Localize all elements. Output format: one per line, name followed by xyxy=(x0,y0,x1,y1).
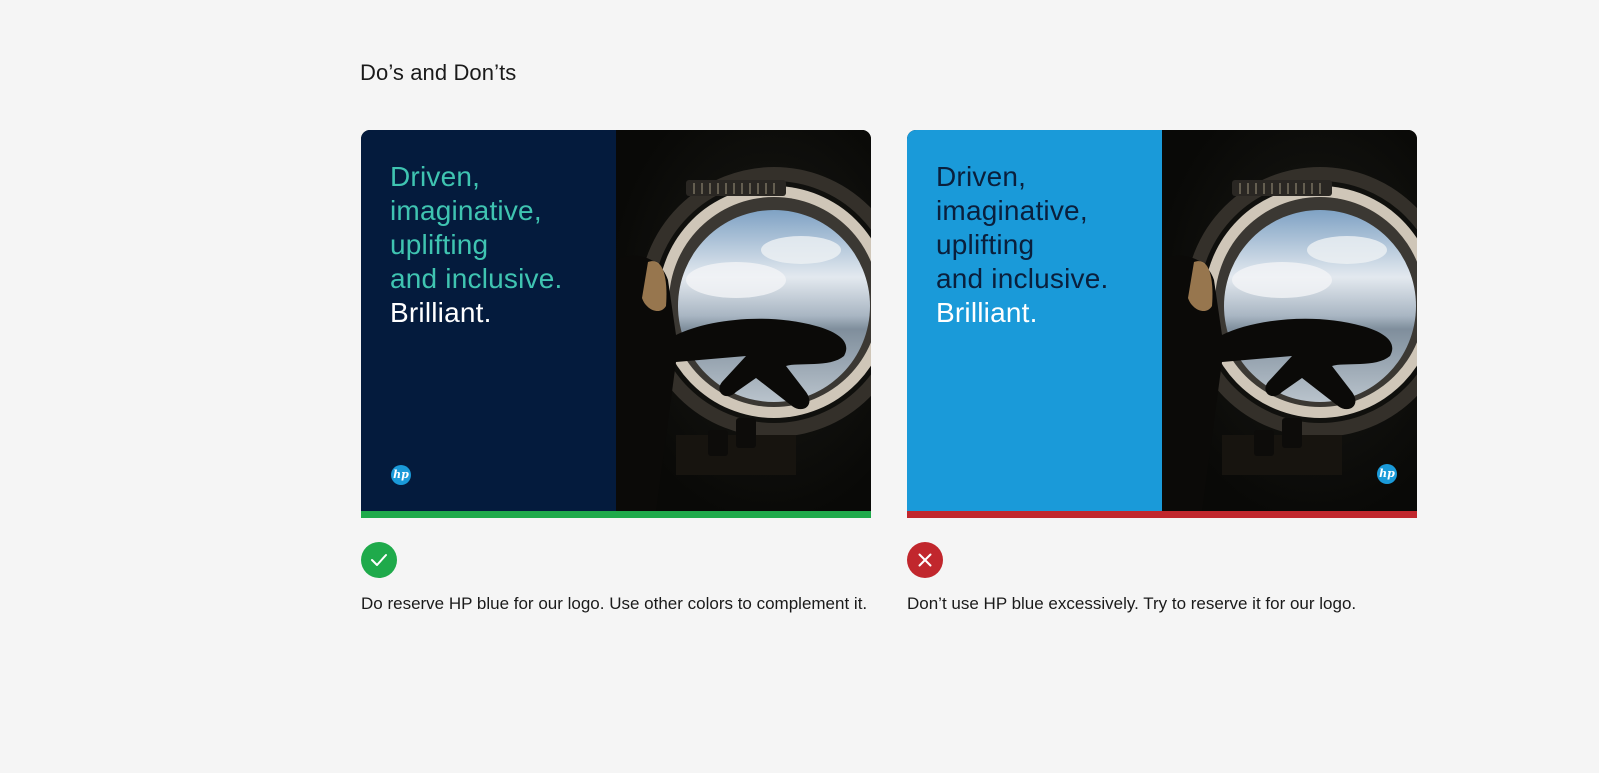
porthole-photo xyxy=(616,130,871,511)
headline-line: and inclusive. xyxy=(390,263,563,294)
headline-line: uplifting xyxy=(390,229,489,260)
do-example-mockup: Driven, imaginative, uplifting and inclu… xyxy=(361,130,871,518)
headline: Driven, imaginative, uplifting and inclu… xyxy=(936,160,1108,330)
do-caption: Do reserve HP blue for our logo. Use oth… xyxy=(361,594,868,613)
status-bar xyxy=(907,511,1417,518)
headline-line: and inclusive. xyxy=(936,263,1109,294)
color-panel: Driven, imaginative, uplifting and inclu… xyxy=(907,130,1162,511)
dont-example-mockup: Driven, imaginative, uplifting and inclu… xyxy=(907,130,1417,518)
headline-line: Driven, xyxy=(390,161,481,192)
hp-logo-icon: hp xyxy=(1377,464,1397,484)
headline: Driven, imaginative, uplifting and inclu… xyxy=(390,160,562,330)
status-bar xyxy=(361,511,871,518)
hp-logo-icon: hp xyxy=(391,465,411,485)
porthole-photo: hp xyxy=(1162,130,1417,511)
dont-caption: Don’t use HP blue excessively. Try to re… xyxy=(907,594,1357,613)
section-title: Do’s and Don’ts xyxy=(360,60,517,85)
do-example-card: Driven, imaginative, uplifting and inclu… xyxy=(361,130,871,613)
color-panel: Driven, imaginative, uplifting and inclu… xyxy=(361,130,616,511)
close-icon xyxy=(907,542,943,578)
headline-emphasis: Brilliant. xyxy=(390,297,492,328)
checkmark-icon xyxy=(361,542,397,578)
headline-emphasis: Brilliant. xyxy=(936,297,1038,328)
headline-line: imaginative, xyxy=(936,195,1088,226)
headline-line: imaginative, xyxy=(390,195,542,226)
headline-line: Driven, xyxy=(936,161,1027,192)
dont-example-card: Driven, imaginative, uplifting and inclu… xyxy=(907,130,1417,613)
headline-line: uplifting xyxy=(936,229,1035,260)
